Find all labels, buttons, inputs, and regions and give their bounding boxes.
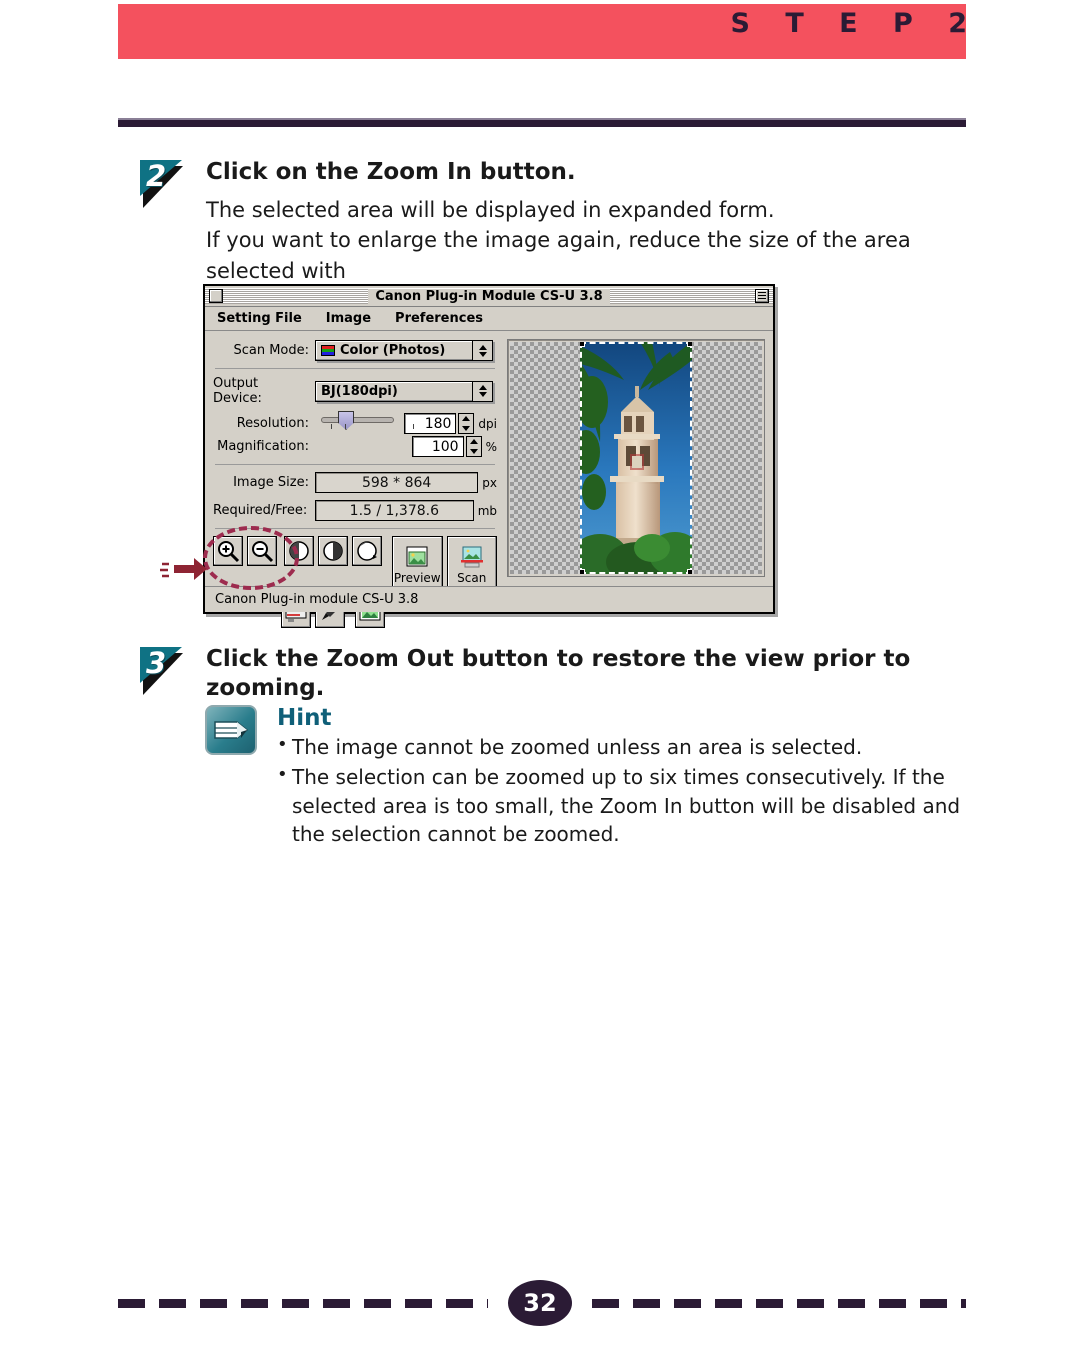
scan-button-label: Scan — [457, 571, 487, 585]
panel-divider-1 — [215, 368, 495, 369]
panel-divider-3 — [215, 528, 495, 529]
scan-mode-row: Scan Mode: Color (Photos) — [213, 340, 497, 361]
image-size-value: 598 * 864 — [315, 472, 479, 493]
image-size-unit: px — [482, 475, 497, 490]
hint-list: The image cannot be zoomed unless an are… — [277, 732, 965, 849]
header-step-label: S T E P 2 — [730, 8, 980, 39]
step-3-badge: 3 — [140, 646, 192, 695]
step-2-number: 2 — [146, 159, 167, 193]
image-size-label: Image Size: — [233, 475, 309, 490]
magnification-stepper[interactable] — [465, 436, 482, 457]
hint-item-1: The image cannot be zoomed unless an are… — [277, 732, 965, 761]
hint-title: Hint — [277, 705, 332, 731]
magnification-row: Magnification: 100 % — [213, 436, 497, 457]
required-free-row: Required/Free: 1.5 / 1,378.6 mb — [213, 500, 497, 521]
status-text: Canon Plug-in module CS-U 3.8 — [215, 592, 419, 607]
hint-pencil-icon — [205, 705, 257, 755]
menu-setting-file[interactable]: Setting File — [217, 311, 302, 326]
dialog-titlebar[interactable]: Canon Plug-in Module CS-U 3.8 — [205, 286, 773, 307]
menu-image[interactable]: Image — [326, 311, 371, 326]
magnification-label: Magnification: — [217, 439, 309, 454]
step-2-line-2: If you want to enlarge the image again, … — [206, 228, 911, 283]
panel-divider-2 — [215, 464, 495, 465]
contrast-icon[interactable] — [318, 536, 348, 566]
footer-dash-left — [118, 1299, 488, 1308]
required-free-value: 1.5 / 1,378.6 — [315, 500, 474, 521]
dialog-title: Canon Plug-in Module CS-U 3.8 — [368, 288, 610, 304]
marquee-handle-tl[interactable] — [580, 342, 585, 347]
settings-panel: Scan Mode: Color (Photos) Output Device:… — [203, 331, 505, 628]
marquee-handle-bl[interactable] — [580, 569, 585, 574]
step-2-title: Click on the Zoom In button. — [206, 159, 576, 185]
zoom-in-icon[interactable] — [213, 536, 243, 566]
dialog-statusbar: Canon Plug-in module CS-U 3.8 — [205, 586, 773, 612]
dialog-toolbar: Preview Scan — [203, 526, 497, 628]
resolution-label: Resolution: — [236, 416, 309, 431]
step-3-block: 3 Click the Zoom Out button to restore t… — [140, 645, 960, 703]
required-free-label: Required/Free: — [213, 503, 308, 518]
step-3-title: Click the Zoom Out button to restore the… — [206, 646, 911, 701]
resolution-slider-ticks — [321, 424, 414, 430]
marquee-handle-tr[interactable] — [687, 342, 692, 347]
close-box-icon[interactable] — [209, 289, 223, 303]
resolution-unit: dpi — [478, 416, 497, 431]
scan-mode-chevron-icon[interactable] — [472, 341, 492, 360]
output-device-label: Output Device: — [213, 376, 262, 406]
brightness-icon[interactable] — [284, 536, 314, 566]
step-2-badge: 2 — [140, 159, 192, 208]
header-rule — [118, 118, 966, 127]
output-device-chevron-icon[interactable] — [472, 381, 492, 401]
step-3-number: 3 — [146, 646, 167, 680]
rotate-icon[interactable] — [352, 536, 382, 566]
output-device-select[interactable]: BJ(180dpi) — [315, 380, 493, 402]
scan-mode-label: Scan Mode: — [233, 343, 309, 358]
output-device-value: BJ(180dpi) — [321, 383, 398, 399]
zoom-out-icon[interactable] — [247, 536, 277, 566]
dialog-menubar[interactable]: Setting File Image Preferences — [205, 307, 773, 331]
preview-panel — [505, 331, 773, 593]
image-size-row: Image Size: 598 * 864 px — [213, 472, 497, 493]
marquee-handle-br[interactable] — [687, 569, 692, 574]
output-device-row: Output Device: BJ(180dpi) — [213, 376, 497, 406]
annotation-arrow-icon — [160, 552, 208, 586]
canon-plugin-dialog[interactable]: Canon Plug-in Module CS-U 3.8 Setting Fi… — [203, 284, 775, 628]
magnification-unit: % — [485, 439, 497, 454]
selection-marquee[interactable] — [580, 342, 692, 574]
step-2-line-1: The selected area will be displayed in e… — [206, 197, 775, 222]
hint-item-2: The selection can be zoomed up to six ti… — [277, 762, 965, 848]
zoom-box-icon[interactable] — [755, 289, 769, 303]
scan-mode-select[interactable]: Color (Photos) — [315, 340, 493, 361]
scan-mode-value: Color (Photos) — [340, 343, 446, 358]
dialog-body: Scan Mode: Color (Photos) Output Device:… — [203, 331, 773, 628]
page-number: 32 — [508, 1280, 572, 1326]
required-free-unit: mb — [477, 503, 497, 518]
menu-preferences[interactable]: Preferences — [395, 311, 483, 326]
footer-dash-right — [592, 1299, 966, 1308]
preview-button-label: Preview — [393, 571, 441, 585]
color-swatch-icon — [321, 345, 335, 356]
hint-block: Hint The image cannot be zoomed unless a… — [205, 705, 965, 849]
resolution-row: Resolution: 180 dpi — [213, 411, 497, 434]
preview-photo[interactable] — [580, 342, 692, 574]
magnification-input[interactable]: 100 — [411, 436, 464, 457]
resolution-slider[interactable] — [321, 411, 395, 430]
resolution-stepper[interactable] — [458, 413, 475, 434]
page-footer: 32 — [0, 1280, 1080, 1326]
preview-area[interactable] — [507, 339, 765, 577]
